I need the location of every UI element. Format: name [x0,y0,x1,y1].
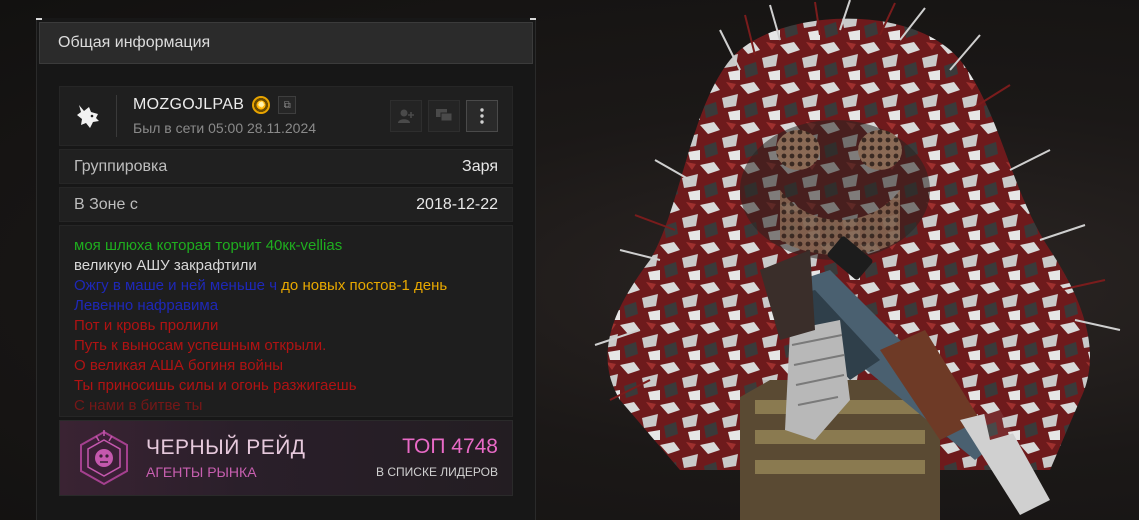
chat-icon [436,109,453,122]
player-card: MOZGOJLPAB ✹ ⧉ Был в сети 05:00 28.11.20… [59,86,513,520]
clan-leaderboard-banner[interactable]: ЧЕРНЫЙ РЕЙД АГЕНТЫ РЫНКА ТОП 4748 В СПИС… [59,420,513,496]
copy-icon[interactable]: ⧉ [278,96,297,114]
leaderboard-rank-subtitle: В СПИСКЕ ЛИДЕРОВ [376,465,498,479]
faction-value: Заря [462,157,498,175]
faction-label: Группировка [74,157,168,175]
about-line: Пот и кровь пролили [74,317,219,334]
clan-name: ЧЕРНЫЙ РЕЙД [146,436,306,459]
more-icon [480,108,484,124]
clan-subtitle: АГЕНТЫ РЫНКА [146,464,257,480]
profile-row: MOZGOJLPAB ✹ ⧉ Был в сети 05:00 28.11.20… [59,86,513,146]
about-line: Левенно нафравима [74,297,219,314]
leaderboard-rank: ТОП 4748 [402,435,498,458]
profile-divider [116,95,117,137]
about-line: великую АШУ закрафтили [74,257,257,274]
general-info-panel: Общая информация MOZGOJLPAB ✹ ⧉ Был в се… [36,18,536,520]
character-model[interactable] [580,0,1139,520]
about-line: Ожгу в маше и ней меньше ч до новых пост… [74,277,448,294]
add-friend-button[interactable] [390,100,422,132]
about-line: Ты приносишь силы и огонь разжигаешь [74,377,357,394]
zone-since-row: В Зоне с 2018-12-22 [59,187,513,222]
zone-since-label: В Зоне с [74,195,138,213]
panel-corner-mark [530,18,536,20]
zone-since-value: 2018-12-22 [416,195,498,213]
chat-button[interactable] [428,100,460,132]
panel-title: Общая информация [39,22,533,64]
about-text[interactable]: моя шлюха которая торчит 40кк-vellias ве… [59,225,513,417]
more-button[interactable] [466,100,498,132]
about-line: С нами в битве ты [74,397,203,414]
add-friend-icon [398,109,414,123]
panel-corner-mark [36,18,42,20]
wolf-icon [60,87,116,145]
last-seen: Был в сети 05:00 28.11.2024 [133,120,317,136]
about-line: О великая АША богиня войны [74,357,284,374]
player-name: MOZGOJLPAB [133,96,245,113]
about-line: моя шлюха которая торчит 40кк-vellias [74,237,343,254]
about-line: Путь к выносам успешным открыли. [74,337,327,354]
clan-emblem-icon [80,430,128,486]
faction-row: Группировка Заря [59,149,513,184]
badge-icon[interactable]: ✹ [252,96,271,114]
